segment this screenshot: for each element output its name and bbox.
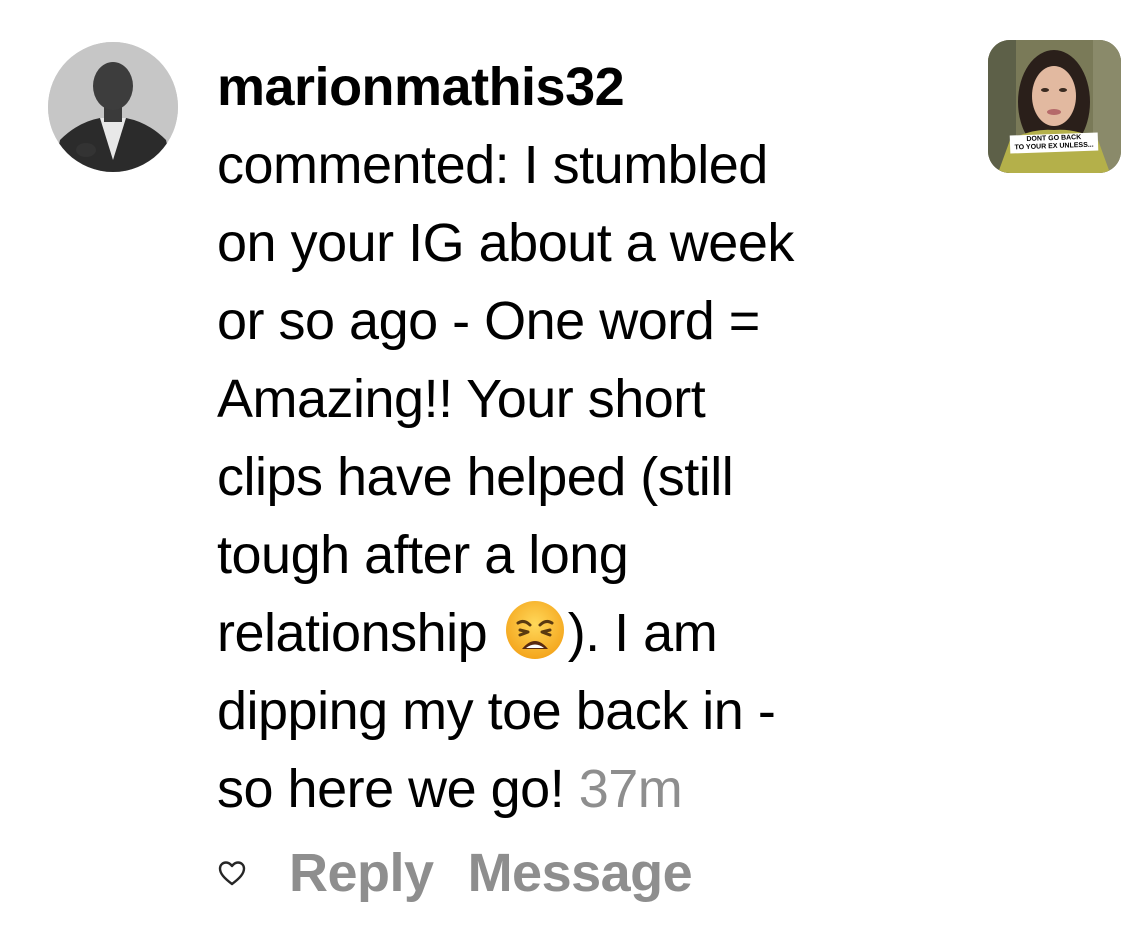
thumbnail-image xyxy=(988,40,1121,173)
comment-line-4: Amazing!! Your short xyxy=(217,369,706,429)
comment-actions: Reply Message xyxy=(217,842,726,904)
comment-line-7: relationship xyxy=(217,603,488,663)
comment-verb: commented: xyxy=(217,135,510,195)
comment-line-9: dipping my toe back in - xyxy=(217,681,776,741)
avatar[interactable] xyxy=(48,42,178,172)
message-button[interactable]: Message xyxy=(468,842,693,904)
comment-line-6: tough after a long xyxy=(217,525,629,585)
comment-line-3: or so ago - One word = xyxy=(217,291,760,351)
thumbnail-caption: DONT GO BACK TO YOUR EX UNLESS... xyxy=(1009,132,1099,154)
username[interactable]: marionmathis32 xyxy=(217,48,937,126)
comment-line-1: I stumbled xyxy=(523,135,769,195)
comment-line-2: on your IG about a week xyxy=(217,213,794,273)
post-thumbnail[interactable]: DONT GO BACK TO YOUR EX UNLESS... xyxy=(988,40,1121,173)
heart-icon[interactable] xyxy=(217,858,247,888)
comment-body: marionmathis32 commented: I stumbled on … xyxy=(217,48,937,828)
timestamp: 37m xyxy=(578,759,683,819)
comment-line-8: ). I am xyxy=(567,603,718,663)
comment-text: marionmathis32 commented: I stumbled on … xyxy=(217,48,937,828)
reply-button[interactable]: Reply xyxy=(289,842,434,904)
comment-line-10: so here we go! xyxy=(217,759,565,819)
avatar-photo xyxy=(48,42,178,172)
weary-face-emoji xyxy=(504,599,566,661)
comment-line-5: clips have helped (still xyxy=(217,447,734,507)
